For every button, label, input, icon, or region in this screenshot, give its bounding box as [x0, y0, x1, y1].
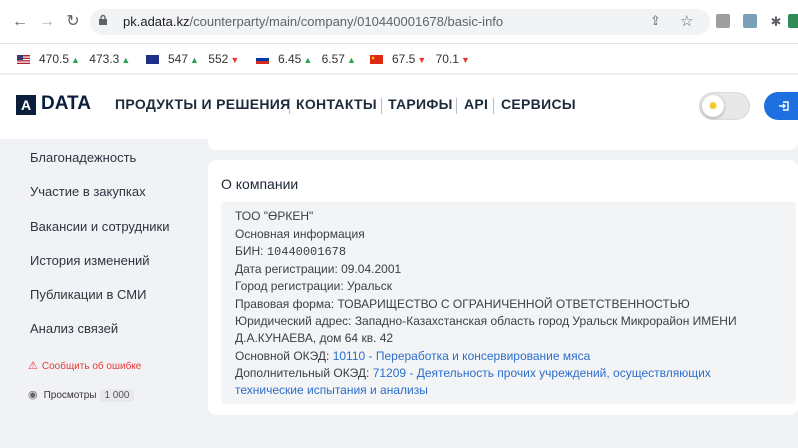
nav-divider — [456, 98, 457, 114]
logo-mark[interactable]: A — [16, 95, 36, 115]
site-header: A DATA ПРОДУКТЫ И РЕШЕНИЯ КОНТАКТЫ ТАРИФ… — [0, 75, 798, 139]
sidebar: Благонадежность Участие в закупках Вакан… — [0, 139, 198, 448]
registration-city: Город регистрации: Уральск — [235, 279, 392, 293]
login-button[interactable] — [764, 92, 798, 120]
up-arrow-icon: ▲ — [346, 55, 356, 65]
down-arrow-icon: ▼ — [460, 55, 470, 65]
sidebar-item-procurement[interactable]: Участие в закупках — [30, 184, 146, 199]
section-title: О компании — [221, 176, 299, 192]
nav-products[interactable]: ПРОДУКТЫ И РЕШЕНИЯ — [115, 96, 291, 112]
about-company-card: О компании ТОО "ӨРКЕН" Основная информац… — [208, 160, 798, 415]
main-oked-row: Основной ОКЭД: 10110 - Переработка и кон… — [235, 349, 591, 363]
nav-contacts[interactable]: КОНТАКТЫ — [296, 96, 377, 112]
extra-oked-row: Дополнительный ОКЭД: 71209 - Деятельност… — [235, 366, 711, 380]
russia-flag-icon — [256, 55, 269, 64]
sidebar-item-connections[interactable]: Анализ связей — [30, 321, 118, 336]
rub-rate: 6.45 ▲ 6.57 ▲ — [256, 52, 356, 66]
down-arrow-icon: ▼ — [417, 55, 427, 65]
down-arrow-icon: ▼ — [230, 55, 240, 65]
nav-services[interactable]: СЕРВИСЫ — [501, 96, 576, 112]
bin-row: БИН: 10440001678 — [235, 244, 347, 259]
eye-icon: ◉ — [28, 389, 38, 401]
sidebar-item-media[interactable]: Публикации в СМИ — [30, 287, 146, 302]
url-host: pk.adata.kz — [123, 14, 190, 29]
china-flag-icon — [370, 55, 383, 64]
extra-oked-link-continued[interactable]: технические испытания и анализы — [235, 383, 428, 397]
usa-flag-icon — [17, 55, 30, 64]
lock-icon — [98, 14, 108, 29]
legal-address-line2: Д.А.КУНАЕВА, дом 64 кв. 42 — [235, 331, 394, 345]
report-error-link[interactable]: ⚠ Сообщить об ошибке — [28, 359, 141, 372]
extension-icon[interactable] — [743, 14, 757, 28]
nav-api[interactable]: API — [464, 96, 488, 112]
forward-icon[interactable]: → — [37, 12, 57, 32]
nav-tariffs[interactable]: ТАРИФЫ — [388, 96, 453, 112]
sun-icon: ✹ — [702, 95, 724, 117]
up-arrow-icon: ▲ — [71, 55, 80, 65]
star-icon[interactable]: ☆ — [680, 12, 693, 30]
company-info-box: ТОО "ӨРКЕН" Основная информация БИН: 104… — [221, 202, 796, 404]
sidebar-item-vacancies[interactable]: Вакансии и сотрудники — [30, 219, 169, 234]
registration-date: Дата регистрации: 09.04.2001 — [235, 262, 402, 276]
url-path: /counterparty/main/company/010440001678/… — [189, 14, 504, 29]
nav-divider — [381, 98, 382, 114]
extension-icon[interactable] — [716, 14, 730, 28]
company-name: ТОО "ӨРКЕН" — [235, 209, 314, 223]
bin-value: 10440001678 — [266, 245, 347, 259]
reload-icon[interactable]: ↻ — [63, 12, 83, 32]
nav-divider — [289, 98, 290, 114]
main-oked-link[interactable]: 10110 - Переработка и консервирование мя… — [333, 349, 591, 363]
sidebar-item-history[interactable]: История изменений — [30, 253, 150, 268]
views-counter: ◉ Просмотры 1 000 — [28, 388, 134, 402]
theme-toggle[interactable]: ✹ — [699, 92, 750, 120]
extra-oked-link[interactable]: 71209 - Деятельность прочих учреждений, … — [373, 366, 711, 380]
browser-toolbar: ← → ↻ pk.adata.kz/counterparty/main/comp… — [0, 0, 798, 44]
share-icon[interactable]: ⇪ — [650, 13, 661, 29]
legal-address-line1: Юридический адрес: Западно-Казахстанская… — [235, 314, 737, 328]
logo-text[interactable]: DATA — [41, 93, 91, 115]
legal-form: Правовая форма: ТОВАРИЩЕСТВО С ОГРАНИЧЕН… — [235, 297, 690, 311]
cny-rate: 67.5 ▼ 70.1 ▼ — [370, 52, 470, 66]
eu-flag-icon — [146, 55, 159, 64]
basic-info-label: Основная информация — [235, 227, 365, 241]
up-arrow-icon: ▲ — [190, 55, 199, 65]
up-arrow-icon: ▲ — [121, 55, 131, 65]
sidebar-item-reliability[interactable]: Благонадежность — [30, 150, 136, 165]
login-icon — [779, 101, 789, 111]
address-bar[interactable]: pk.adata.kz/counterparty/main/company/01… — [90, 9, 710, 35]
views-count-badge: 1 000 — [100, 389, 134, 402]
previous-card — [208, 139, 798, 150]
profile-icon[interactable] — [788, 14, 798, 28]
currency-ticker: 470.5 ▲ 473.3 ▲ 547 ▲ 552 ▼ 6.45 ▲ 6.57 ▲ 67.5… — [0, 44, 798, 74]
warning-icon: ⚠ — [28, 360, 38, 372]
back-icon[interactable]: ← — [10, 12, 30, 32]
nav-divider — [493, 98, 494, 114]
up-arrow-icon: ▲ — [303, 55, 313, 65]
usd-rate: 470.5 ▲ 473.3 ▲ — [17, 52, 130, 66]
eur-rate: 547 ▲ 552 ▼ — [146, 52, 239, 66]
puzzle-icon[interactable]: ✱ — [766, 12, 786, 32]
